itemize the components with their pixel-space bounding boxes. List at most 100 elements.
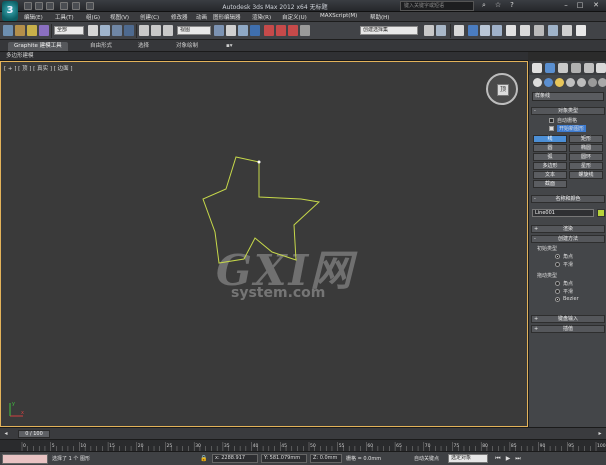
helix-button[interactable]: 螺旋线 xyxy=(569,171,603,179)
render-setup-icon[interactable] xyxy=(520,25,530,36)
named-selection-dropdown[interactable]: 创建选择集 xyxy=(360,26,418,35)
cameras-icon[interactable] xyxy=(566,78,575,87)
align-icon[interactable] xyxy=(436,25,446,36)
maxscript-listener-field[interactable] xyxy=(2,454,48,464)
initial-corner-radio[interactable] xyxy=(555,254,560,259)
redo-icon[interactable] xyxy=(72,2,80,10)
modify-tab-icon[interactable] xyxy=(545,63,555,73)
new-file-icon[interactable] xyxy=(24,2,32,10)
move-icon[interactable] xyxy=(139,25,149,36)
menu-maxscript[interactable]: MAXScript(M) xyxy=(320,13,357,19)
tab-selection[interactable]: 选择 xyxy=(132,42,155,51)
keyboard-shortcut-icon[interactable] xyxy=(238,25,248,36)
line-button[interactable]: 线 xyxy=(533,135,567,143)
mirror-icon[interactable] xyxy=(424,25,434,36)
display-tab-icon[interactable] xyxy=(584,63,594,73)
menu-graph-editors[interactable]: 图形编辑器 xyxy=(213,13,241,21)
interpolation-rollout[interactable]: + 插值 xyxy=(531,325,605,333)
select-manipulate-icon[interactable] xyxy=(226,25,236,36)
close-button[interactable]: ✕ xyxy=(590,1,602,10)
key-filter-dropdown[interactable]: 选定对象 xyxy=(448,454,488,463)
creation-method-rollout[interactable]: - 创建方法 xyxy=(531,235,605,243)
render-iterative-icon[interactable] xyxy=(562,25,572,36)
auto-grid-checkbox[interactable] xyxy=(549,118,554,123)
layer-manager-icon[interactable] xyxy=(454,25,464,36)
create-tab-icon[interactable] xyxy=(532,63,542,73)
spline-vertex[interactable] xyxy=(257,160,261,164)
ngon-button[interactable]: 多边形 xyxy=(533,162,567,170)
keyboard-entry-rollout[interactable]: + 键盘输入 xyxy=(531,315,605,323)
circle-button[interactable]: 圆 xyxy=(533,144,567,152)
reference-coordinate-dropdown[interactable]: 视图 xyxy=(177,26,211,35)
project-folder-icon[interactable] xyxy=(86,2,94,10)
systems-icon[interactable] xyxy=(598,78,606,87)
tab-object-paint[interactable]: 对象绘制 xyxy=(170,42,204,51)
star-button[interactable]: 星形 xyxy=(569,162,603,170)
object-type-rollout[interactable]: - 对象类型 xyxy=(531,107,605,115)
edit-named-selection-icon[interactable] xyxy=(300,25,310,36)
select-by-name-icon[interactable] xyxy=(100,25,110,36)
start-new-shape-button[interactable]: 开始新图形 xyxy=(557,125,587,132)
rotate-icon[interactable] xyxy=(151,25,161,36)
menu-customize[interactable]: 自定义(U) xyxy=(282,13,307,21)
z-coordinate-field[interactable]: Z: 0.0mm xyxy=(310,454,342,463)
percent-snap-icon[interactable] xyxy=(276,25,286,36)
render-online-icon[interactable] xyxy=(576,25,586,36)
star-spline-shape[interactable] xyxy=(1,62,527,426)
undo-tool-icon[interactable] xyxy=(3,25,13,36)
app-logo[interactable]: 3 xyxy=(2,1,18,21)
menu-edit[interactable]: 编辑(E) xyxy=(24,13,43,21)
star-icon[interactable]: ☆ xyxy=(492,1,504,10)
go-to-end-icon[interactable]: ⏭ xyxy=(514,455,522,463)
section-button[interactable]: 截面 xyxy=(533,180,567,188)
menu-create[interactable]: 创建(C) xyxy=(140,13,159,21)
undo-icon[interactable] xyxy=(60,2,68,10)
selection-filter-dropdown[interactable]: 全部 xyxy=(54,26,84,35)
graphite-toggle-icon[interactable] xyxy=(468,25,478,36)
tab-graphite[interactable]: Graphite 建模工具 xyxy=(8,42,68,51)
rendering-rollout[interactable]: + 渲染 xyxy=(531,225,605,233)
scale-icon[interactable] xyxy=(163,25,173,36)
x-coordinate-field[interactable]: x: 2288.917 xyxy=(212,454,258,463)
search-input[interactable]: 键入关键字或短语 xyxy=(400,1,474,11)
donut-button[interactable]: 圆环 xyxy=(569,153,603,161)
hierarchy-tab-icon[interactable] xyxy=(558,63,568,73)
play-icon[interactable]: ▶ xyxy=(504,455,512,463)
drag-corner-radio[interactable] xyxy=(555,281,560,286)
time-slider[interactable]: 0 / 100 xyxy=(18,430,50,438)
text-button[interactable]: 文本 xyxy=(533,171,567,179)
slider-left-arrow-icon[interactable]: ◂ xyxy=(2,430,10,438)
schematic-view-icon[interactable] xyxy=(492,25,502,36)
menu-tools[interactable]: 工具(T) xyxy=(55,13,74,21)
utilities-tab-icon[interactable] xyxy=(596,63,606,73)
select-object-icon[interactable] xyxy=(88,25,98,36)
pivot-center-icon[interactable] xyxy=(214,25,224,36)
drag-bezier-radio[interactable] xyxy=(555,297,560,302)
drag-smooth-radio[interactable] xyxy=(555,289,560,294)
object-color-swatch[interactable] xyxy=(597,209,605,217)
slider-right-arrow-icon[interactable]: ▸ xyxy=(596,430,604,438)
arc-button[interactable]: 弧 xyxy=(533,153,567,161)
motion-tab-icon[interactable] xyxy=(571,63,581,73)
shapes-icon[interactable] xyxy=(544,78,553,87)
space-warps-icon[interactable] xyxy=(588,78,597,87)
rectangle-button[interactable]: 矩形 xyxy=(569,135,603,143)
curve-editor-icon[interactable] xyxy=(480,25,490,36)
material-editor-icon[interactable] xyxy=(506,25,516,36)
lock-selection-icon[interactable]: 🔒 xyxy=(200,455,208,463)
menu-animation[interactable]: 动画 xyxy=(196,13,207,21)
y-coordinate-field[interactable]: Y: 581.079mm xyxy=(261,454,307,463)
lights-icon[interactable] xyxy=(555,78,564,87)
unlink-icon[interactable] xyxy=(27,25,37,36)
geometry-icon[interactable] xyxy=(533,78,542,87)
track-bar[interactable]: 0 5 10 15 20 25 30 35 40 45 50 55 60 65 70 75 80 85 90 95 10… xyxy=(0,439,606,451)
initial-smooth-radio[interactable] xyxy=(555,262,560,267)
menu-views[interactable]: 视图(V) xyxy=(110,13,129,21)
start-new-shape-checkbox[interactable] xyxy=(549,126,554,131)
spinner-snap-icon[interactable] xyxy=(288,25,298,36)
angle-snap-icon[interactable] xyxy=(264,25,274,36)
link-icon[interactable] xyxy=(15,25,25,36)
maximize-button[interactable]: □ xyxy=(574,1,586,10)
name-color-rollout[interactable]: - 名称和颜色 xyxy=(531,195,605,203)
menu-rendering[interactable]: 渲染(R) xyxy=(252,13,271,21)
